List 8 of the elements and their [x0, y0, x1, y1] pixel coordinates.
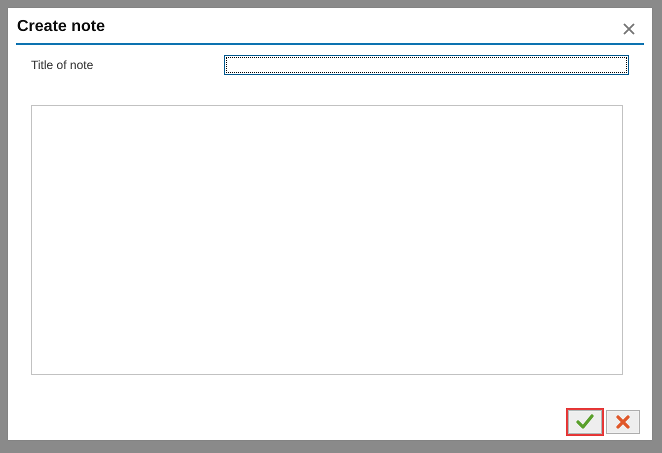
close-icon[interactable] [623, 22, 635, 34]
field-label: Title of note [31, 58, 94, 72]
check-icon [576, 414, 594, 430]
cross-icon [616, 415, 630, 429]
confirm-button[interactable] [568, 410, 602, 434]
cancel-button[interactable] [606, 410, 640, 434]
dialog-title: Create note [16, 18, 106, 36]
input-field[interactable] [224, 55, 629, 75]
